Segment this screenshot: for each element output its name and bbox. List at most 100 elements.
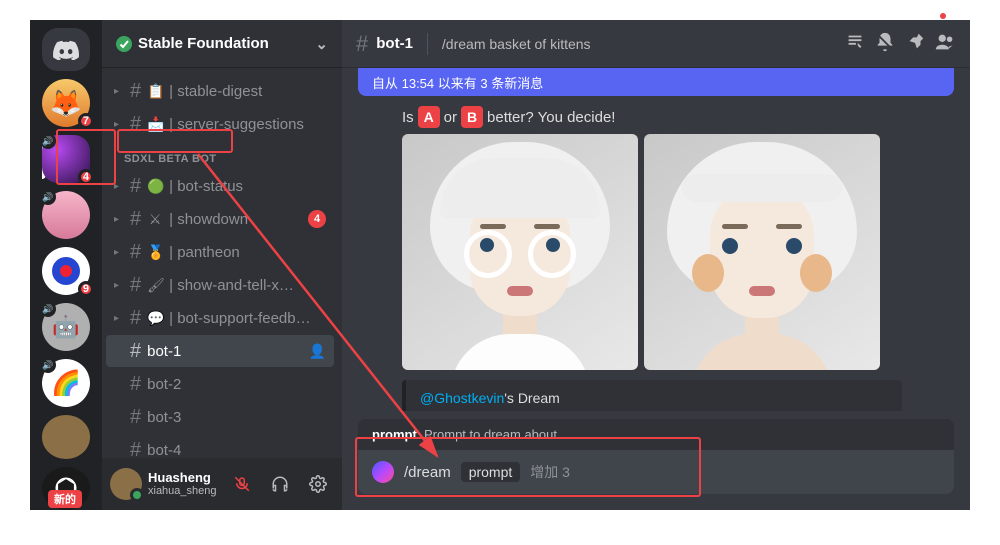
channel-item[interactable]: # bot-2 (106, 368, 334, 400)
headphones-icon (271, 475, 289, 493)
hash-icon: # (130, 274, 141, 297)
channel-header: # bot-1 /dream basket of kittens (342, 20, 970, 68)
channel-list: ▸ # 📋 | stable-digest ▸ # 📩 | server-suggestio… (102, 68, 342, 458)
gear-icon (309, 475, 327, 493)
option-a-badge: A (418, 106, 440, 128)
new-label: 新的 (48, 490, 82, 508)
message-embed: @Ghostkevin's Dream Prompt: Claymorphism… (402, 380, 902, 411)
discord-icon (53, 40, 79, 60)
channel-item[interactable]: # bot-3 (106, 401, 334, 433)
message-scroller: Is A or B better? You decide! (342, 96, 970, 411)
members-icon[interactable] (934, 31, 956, 56)
channel-item[interactable]: ▸ # 📩 | server-suggestions (106, 108, 334, 140)
channel-name: | show-and-tell-x… (169, 277, 326, 294)
notifications-icon[interactable] (874, 31, 896, 56)
channel-category[interactable]: SDXL BETA BOT (106, 141, 334, 169)
server-header[interactable]: Stable Foundation ⌄ (102, 20, 342, 68)
hash-icon: # (130, 241, 141, 264)
channel-topic: /dream basket of kittens (442, 36, 836, 52)
unread-badge: 7 (78, 113, 94, 129)
command-param[interactable]: prompt (461, 462, 521, 482)
channel-emoji-icon: 📩 (147, 116, 163, 133)
hash-icon: # (130, 373, 141, 396)
server-name: Stable Foundation (138, 35, 269, 52)
channel-emoji-icon: 💬 (147, 310, 163, 327)
channel-emoji-icon: 🟢 (147, 178, 163, 195)
user-tag: xiahua_sheng (148, 485, 220, 497)
channel-name: bot-4 (147, 442, 326, 459)
channel-emoji-icon: 🖌 (147, 277, 163, 294)
channel-name: | stable-digest (169, 83, 326, 100)
image-option-a[interactable] (402, 134, 638, 370)
chevron-down-icon: ⌄ (315, 35, 328, 53)
deafen-button[interactable] (264, 468, 296, 500)
unread-badge: 9 (78, 281, 94, 297)
collapse-arrow-icon: ▸ (114, 86, 124, 97)
channel-item[interactable]: ▸#🟢| bot-status (106, 170, 334, 202)
channel-item[interactable]: ▸#🏅| pantheon (106, 236, 334, 268)
channel-emoji-icon: ⚔ (147, 211, 163, 228)
channel-item-active[interactable]: # bot-1 👤 (106, 335, 334, 367)
unread-badge: 4 (308, 210, 326, 228)
channel-item[interactable]: ▸#💬| bot-support-feedb… (106, 302, 334, 334)
hash-icon: # (130, 406, 141, 429)
mic-muted-icon (233, 475, 251, 493)
slash-command: /dream (404, 464, 451, 481)
hash-icon: # (130, 80, 141, 103)
hash-icon: # (130, 307, 141, 330)
channel-name: | server-suggestions (169, 116, 326, 133)
threads-icon[interactable] (844, 31, 866, 56)
avatar[interactable] (110, 468, 142, 500)
app-avatar-icon (372, 461, 394, 483)
option-b-badge: B (461, 106, 483, 128)
channel-name: bot-3 (147, 409, 326, 426)
pinned-icon[interactable] (904, 31, 926, 56)
input-area: prompt Prompt to dream about /dream prom… (342, 411, 970, 510)
poll-question: Is A or B better? You decide! (402, 106, 954, 128)
image-option-b[interactable] (644, 134, 880, 370)
chat-area: # bot-1 /dream basket of kittens 自从 13:5… (342, 20, 970, 510)
person-add-icon[interactable]: 👤 (309, 343, 326, 360)
autocomplete-row[interactable]: prompt Prompt to dream about (358, 419, 954, 450)
param-hint: Prompt to dream about (424, 427, 557, 442)
channel-item[interactable]: ▸#🖌| show-and-tell-x… (106, 269, 334, 301)
online-indicator (130, 488, 144, 502)
channel-item[interactable]: ▸ # 📋 | stable-digest (106, 75, 334, 107)
channel-item[interactable]: # bot-4 (106, 434, 334, 458)
embed-title: @Ghostkevin's Dream (420, 390, 888, 406)
hash-icon: # (130, 113, 141, 136)
channel-name: | bot-support-feedb… (169, 310, 326, 327)
channel-name: bot-2 (147, 376, 326, 393)
verified-icon (116, 36, 132, 52)
collapse-arrow-icon: ▸ (114, 119, 124, 130)
user-panel: Huashengxiahua_sheng (102, 458, 342, 510)
param-name: prompt (372, 427, 417, 442)
hash-icon: # (130, 175, 141, 198)
channel-emoji-icon: 🏅 (147, 244, 163, 261)
discord-app: 🦊 7 🔊 4 🔊 9 🤖 🔊 🌈 🔊 新的 (30, 20, 970, 510)
settings-button[interactable] (302, 468, 334, 500)
hash-icon: # (130, 208, 141, 231)
channel-name: | pantheon (169, 244, 326, 261)
username: Huasheng (148, 471, 220, 485)
user-mention[interactable]: @Ghostkevin (420, 390, 504, 406)
new-messages-bar[interactable]: 自从 13:54 以来有 3 条新消息 (358, 68, 954, 96)
mute-button[interactable] (226, 468, 258, 500)
hash-icon: # (356, 31, 368, 57)
hash-icon: # (130, 340, 141, 363)
add-more-params[interactable]: 增加 3 (530, 462, 570, 482)
server-rail: 🦊 7 🔊 4 🔊 9 🤖 🔊 🌈 🔊 新的 (30, 20, 102, 510)
divider (427, 33, 428, 55)
channel-emoji-icon: 📋 (147, 83, 163, 100)
message-input[interactable]: /dream prompt 增加 3 (358, 450, 954, 494)
server-item[interactable] (42, 415, 90, 458)
unread-badge: 4 (78, 169, 94, 185)
channel-name: | showdown (169, 211, 302, 228)
home-button[interactable] (42, 28, 90, 71)
hash-icon: # (130, 439, 141, 459)
image-comparison (402, 134, 954, 370)
channel-name: bot-1 (147, 343, 302, 360)
channel-item[interactable]: ▸#⚔| showdown4 (106, 203, 334, 235)
channel-title: bot-1 (376, 35, 413, 52)
user-info[interactable]: Huashengxiahua_sheng (148, 471, 220, 497)
